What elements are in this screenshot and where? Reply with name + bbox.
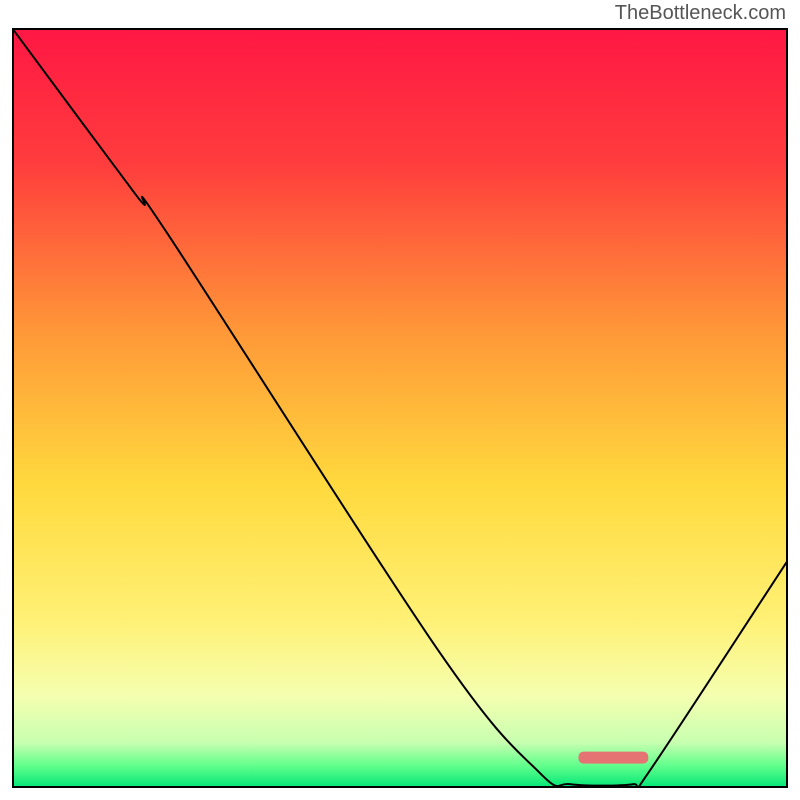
chart-plot-area bbox=[12, 28, 788, 788]
chart-curve-layer bbox=[12, 28, 788, 788]
watermark-text: TheBottleneck.com bbox=[615, 2, 786, 25]
optimal-marker bbox=[578, 752, 648, 764]
bottleneck-curve bbox=[12, 28, 788, 788]
